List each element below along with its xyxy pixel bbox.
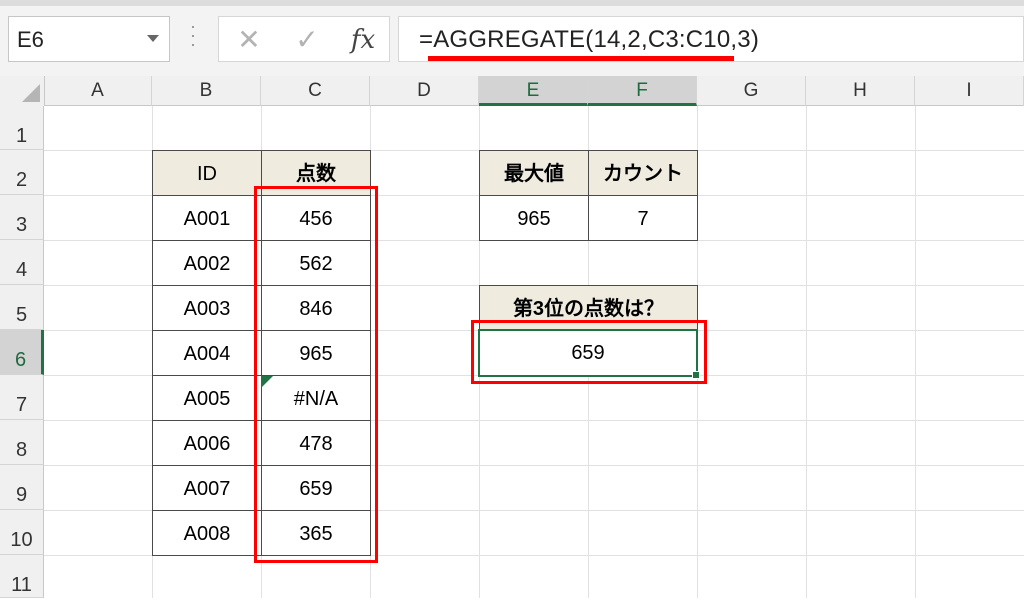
gridline [806,106,807,598]
chevron-down-icon[interactable] [147,35,159,42]
row-header-11[interactable]: 11 [0,555,44,598]
result-highlight [471,320,707,384]
insert-function-icon[interactable]: fx [345,23,381,57]
table-cell-id[interactable]: A001 [152,195,262,241]
select-all-corner[interactable] [0,76,45,106]
max-value-cell[interactable]: 965 [479,195,589,241]
column-header-g[interactable]: G [697,76,806,106]
column-header-bar: A B C D E F G H I [0,76,1024,106]
select-all-icon [22,84,40,102]
table-cell-id[interactable]: A008 [152,510,262,556]
table-cell-id[interactable]: A002 [152,240,262,286]
table-cell-id[interactable]: A005 [152,375,262,421]
score-column-highlight [254,186,378,563]
ribbon-edge [0,0,1024,6]
table-cell-id[interactable]: A003 [152,285,262,331]
row-header-1[interactable]: 1 [0,106,44,150]
row-header-9[interactable]: 9 [0,465,44,510]
enter-icon[interactable]: ✓ [289,23,325,57]
table-cell-id[interactable]: A004 [152,330,262,376]
row-header-7[interactable]: 7 [0,375,44,420]
name-box[interactable]: E6 [8,16,170,62]
formula-highlight-underline [428,56,734,61]
gridline [915,106,916,598]
column-header-c[interactable]: C [261,76,370,106]
table-cell-id[interactable]: A007 [152,465,262,511]
row-header-5[interactable]: 5 [0,285,44,330]
row-header-2[interactable]: 2 [0,150,44,195]
column-header-a[interactable]: A [44,76,152,106]
row-header-6[interactable]: 6 [0,330,44,375]
column-header-f[interactable]: F [588,76,697,106]
more-options-icon: · · · [190,16,196,54]
table-header-count[interactable]: カウント [588,150,698,196]
cancel-icon[interactable]: ✕ [231,23,267,57]
column-header-d[interactable]: D [370,76,479,106]
column-header-h[interactable]: H [806,76,915,106]
table-header-max[interactable]: 最大値 [479,150,589,196]
formula-buttons: ✕ ✓ fx [218,16,390,62]
row-header-4[interactable]: 4 [0,240,44,285]
column-header-i[interactable]: I [915,76,1024,106]
row-header-3[interactable]: 3 [0,195,44,240]
count-value-cell[interactable]: 7 [588,195,698,241]
column-header-b[interactable]: B [152,76,261,106]
table-cell-id[interactable]: A006 [152,420,262,466]
table-header-id[interactable]: ID [152,150,262,196]
column-header-e[interactable]: E [479,76,588,106]
name-box-value: E6 [17,27,44,52]
formula-text: =AGGREGATE(14,2,C3:C10,3) [419,26,760,53]
row-header-10[interactable]: 10 [0,510,44,555]
row-header-8[interactable]: 8 [0,420,44,465]
